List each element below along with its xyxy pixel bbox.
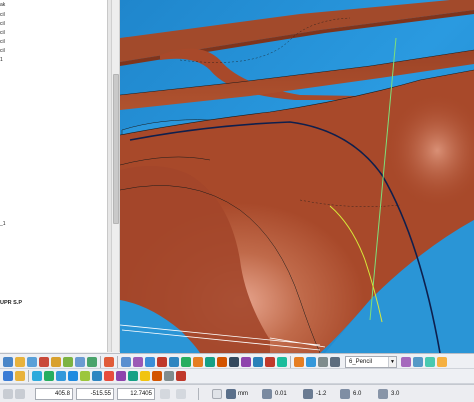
graphics-viewport[interactable] [120,0,474,353]
offset-value[interactable]: -1.2 [316,390,326,398]
tool-database-icon[interactable] [318,357,328,367]
separator [117,356,118,368]
coordinate-icon[interactable] [3,389,13,399]
link-icon[interactable] [152,371,162,381]
layer-icon[interactable] [181,357,191,367]
workplane-toggle-icon[interactable] [212,389,222,399]
units-label: mm [238,391,248,397]
separator [28,370,29,382]
separator [198,388,199,400]
zoom-icon[interactable] [145,357,155,367]
tree-item[interactable]: cil [0,21,5,27]
split-icon[interactable] [164,371,174,381]
tool-select-icon[interactable] [306,357,316,367]
chevron-down-icon[interactable]: ▼ [388,357,396,367]
tree-item[interactable]: UPR S.P [0,300,22,306]
status-bar: 405.8 -515.55 12.7405 mm 0.01 -1.2 6.0 3… [0,384,474,402]
merge-icon[interactable] [128,371,138,381]
verify-icon[interactable] [277,357,287,367]
new-file-icon[interactable] [3,357,13,367]
cut-icon[interactable] [253,357,263,367]
tolerance-icon[interactable] [262,389,272,399]
copy-icon[interactable] [116,371,126,381]
star-icon[interactable] [140,371,150,381]
separator [290,356,291,368]
stop-icon[interactable] [265,357,275,367]
main-toolbar: 6_Pencil ▼ [0,353,474,369]
3d-model-view [120,0,474,353]
tree-item[interactable]: _1 [0,221,6,227]
y-coordinate-field[interactable]: -515.55 [76,388,114,400]
folder-icon[interactable] [15,371,25,381]
units-icon[interactable] [226,389,236,399]
x-coordinate-field[interactable]: 405.8 [35,388,73,400]
surface-icon[interactable] [68,371,78,381]
group-icon[interactable] [241,357,251,367]
boundary-icon[interactable] [75,357,85,367]
workplane-icon[interactable] [63,357,73,367]
grid-icon[interactable] [176,389,186,399]
select-icon[interactable] [80,371,90,381]
active-tool-value: 6_Pencil [349,359,373,365]
secondary-toolbar [0,369,474,384]
tool-icon[interactable] [39,357,49,367]
explorer-tree-panel: ak cil cil cil cil cil 1 _1 UPR S.P [0,0,108,352]
z-coordinate-field[interactable]: 12.7405 [117,388,155,400]
rotate-icon[interactable] [169,357,179,367]
home-icon[interactable] [3,371,13,381]
transform-icon[interactable] [92,371,102,381]
tree-scrollbar[interactable] [111,0,120,352]
pattern-edit-icon[interactable] [56,371,66,381]
tree-item[interactable]: ak [0,2,5,8]
boundary-edit-icon[interactable] [44,371,54,381]
active-tool-select[interactable]: 6_Pencil ▼ [345,356,397,368]
tool-properties-icon[interactable] [437,357,447,367]
delete-icon[interactable] [104,371,114,381]
toolpath-icon[interactable] [104,357,114,367]
simulate-icon[interactable] [157,357,167,367]
tolerance-value[interactable]: 0.01 [275,390,287,398]
level-icon[interactable] [229,357,239,367]
scrollbar-thumb[interactable] [113,74,119,224]
diameter-icon[interactable] [340,389,350,399]
measure-icon[interactable] [193,357,203,367]
cam-application-window: ak cil cil cil cil cil 1 _1 UPR S.P 6_Pe… [0,0,474,402]
tree-item[interactable]: cil [0,48,5,54]
block-icon[interactable] [51,357,61,367]
holder-icon[interactable] [413,357,423,367]
snap-icon[interactable] [160,389,170,399]
tree-item[interactable]: cil [0,12,5,18]
save-icon[interactable] [27,357,37,367]
close-icon[interactable] [176,371,186,381]
shading-icon[interactable] [133,357,143,367]
pattern-icon[interactable] [87,357,97,367]
tree-item[interactable]: 1 [0,57,3,63]
tree-item[interactable]: cil [0,39,5,45]
view-icon[interactable] [121,357,131,367]
tool-shank-icon[interactable] [425,357,435,367]
curve-icon[interactable] [32,371,42,381]
model-icon[interactable] [205,357,215,367]
stock-value[interactable]: 3.0 [391,390,399,398]
separator [100,356,101,368]
open-folder-icon[interactable] [15,357,25,367]
cutter-icon[interactable] [330,357,340,367]
magnet-icon[interactable] [294,357,304,367]
thickness-icon[interactable] [303,389,313,399]
fillet-icon[interactable] [217,357,227,367]
tool-edit-icon[interactable] [401,357,411,367]
tree-item[interactable]: cil [0,30,5,36]
cursor-icon[interactable] [15,389,25,399]
stock-icon[interactable] [378,389,388,399]
diameter-value[interactable]: 6.0 [353,390,361,398]
